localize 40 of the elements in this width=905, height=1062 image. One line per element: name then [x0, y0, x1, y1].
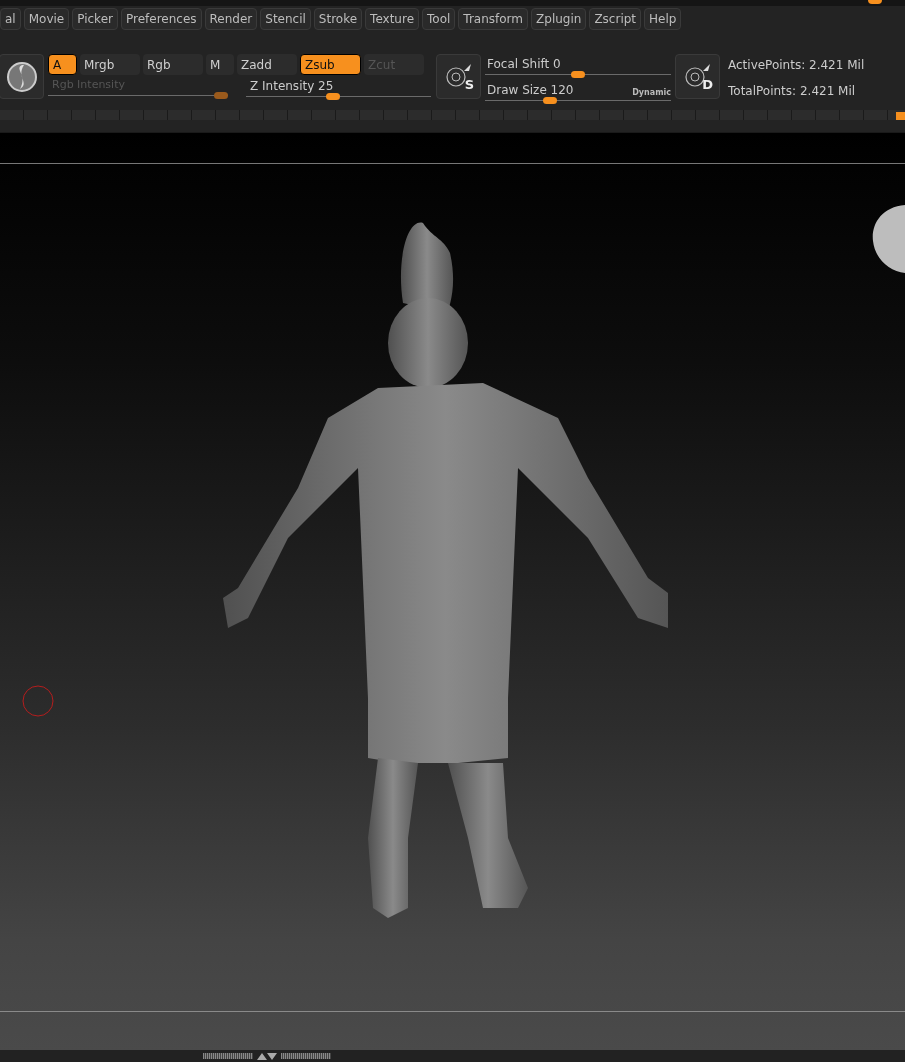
- mode-button[interactable]: A: [48, 54, 77, 75]
- ruler-marker: [896, 112, 905, 120]
- menu-item[interactable]: Preferences: [120, 8, 202, 30]
- mode-button[interactable]: M: [206, 54, 234, 75]
- up-down-arrows-icon[interactable]: [256, 1052, 278, 1060]
- mode-button[interactable]: Zadd: [237, 54, 297, 75]
- sphere-model-drawing: [871, 205, 905, 273]
- menu-item[interactable]: Zscript: [589, 8, 642, 30]
- mode-button[interactable]: Zsub: [300, 54, 361, 75]
- slider-label: Draw Size 120: [486, 82, 574, 99]
- slider-label: Z Intensity 25: [249, 78, 335, 95]
- material-sphere-icon: [5, 60, 38, 93]
- slider-thumb[interactable]: [325, 93, 340, 100]
- slider-thumb[interactable]: [543, 97, 558, 104]
- menu-item[interactable]: Zplugin: [531, 8, 587, 30]
- menu-item[interactable]: Stencil: [260, 8, 311, 30]
- menu-item[interactable]: al: [0, 8, 21, 30]
- menu-item[interactable]: Picker: [72, 8, 118, 30]
- mode-button[interactable]: Rgb: [143, 54, 203, 75]
- menu-item[interactable]: Movie: [23, 8, 70, 30]
- menu-item[interactable]: Texture: [365, 8, 420, 30]
- scroll-handle[interactable]: [868, 0, 882, 4]
- material-button[interactable]: [0, 54, 44, 99]
- stat-text: ActivePoints: 2.421 Mil: [728, 57, 865, 74]
- menu-item[interactable]: Help: [644, 8, 682, 30]
- viewport-canvas[interactable]: [0, 132, 905, 1050]
- menu-item[interactable]: Tool: [422, 8, 456, 30]
- menu-item[interactable]: Stroke: [313, 8, 363, 30]
- slider-label: Focal Shift 0: [486, 56, 562, 73]
- mode-button[interactable]: Mrgb: [80, 54, 140, 75]
- dynamic-label[interactable]: Dynamic: [632, 87, 671, 99]
- menu-item[interactable]: Transform: [458, 8, 529, 30]
- slider-thumb[interactable]: [571, 71, 585, 78]
- stat-text: TotalPoints: 2.421 Mil: [728, 83, 857, 100]
- resize-grip[interactable]: [203, 1053, 253, 1059]
- brush-button[interactable]: D: [675, 54, 720, 99]
- resize-grip[interactable]: [281, 1053, 331, 1059]
- brush-cursor-icon: [22, 685, 54, 717]
- brush-button[interactable]: S: [436, 54, 481, 99]
- menu-item[interactable]: Render: [204, 8, 258, 30]
